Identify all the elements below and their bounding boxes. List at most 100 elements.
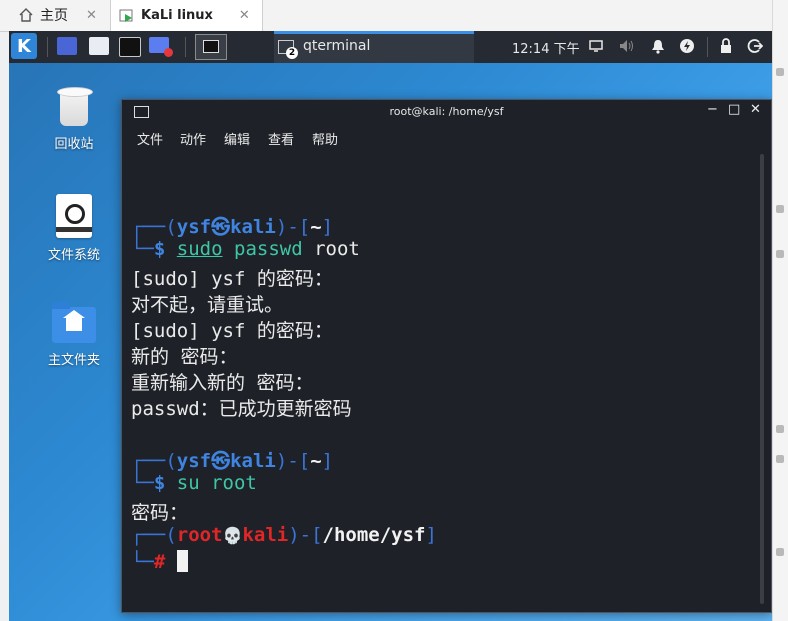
command-text: su root bbox=[165, 472, 257, 494]
desktop-icon-label: 文件系统 bbox=[47, 248, 100, 263]
show-desktop-icon[interactable] bbox=[57, 37, 77, 55]
command-text: sudo bbox=[176, 238, 223, 260]
command-text: root bbox=[302, 238, 360, 260]
screen-recorder-icon[interactable] bbox=[149, 37, 173, 57]
command-line: └─$ su root bbox=[131, 472, 257, 496]
prompt-at: ㉿ bbox=[211, 450, 231, 472]
close-icon[interactable]: ✕ bbox=[239, 8, 250, 23]
menu-edit[interactable]: 编辑 bbox=[224, 129, 250, 148]
prompt-at: ㉿ bbox=[211, 216, 231, 238]
prompt-box: ┌──( bbox=[131, 450, 177, 472]
command-text: passwd bbox=[222, 238, 303, 260]
minimize-button[interactable]: − bbox=[707, 102, 718, 117]
display-icon[interactable] bbox=[589, 39, 603, 53]
desktop-icon-home-folder[interactable]: 主文件夹 bbox=[29, 302, 119, 368]
window-count-badge: 2 bbox=[286, 47, 298, 59]
desktop-icon-filesystem[interactable]: 文件系统 bbox=[29, 194, 119, 263]
host-scroll-strip bbox=[772, 0, 788, 621]
terminal-titlebar[interactable]: root@kali: /home/ysf − □ ✕ bbox=[122, 100, 771, 124]
terminal-window[interactable]: root@kali: /home/ysf − □ ✕ 文件 动作 编辑 查看 帮… bbox=[121, 99, 772, 613]
desktop-icon-label: 主文件夹 bbox=[47, 353, 100, 368]
maximize-button[interactable]: □ bbox=[728, 102, 740, 117]
taskbar-qterminal[interactable]: 2 qterminal bbox=[274, 31, 474, 63]
power-manager-icon[interactable] bbox=[679, 38, 695, 54]
close-button[interactable]: ✕ bbox=[750, 102, 761, 117]
strip-marker bbox=[776, 205, 784, 213]
prompt-box: ] bbox=[321, 450, 334, 472]
prompt-box: └─ bbox=[131, 238, 154, 260]
terminal-launcher-icon[interactable] bbox=[119, 37, 141, 57]
panel-separator bbox=[47, 37, 48, 57]
vm-running-icon bbox=[119, 9, 133, 22]
tab-kali-linux[interactable]: KaLi linux ✕ bbox=[110, 0, 263, 31]
prompt-box: ] bbox=[321, 216, 334, 238]
tab-home-label: 主页 bbox=[40, 8, 68, 24]
home-folder-icon bbox=[52, 302, 96, 343]
prompt-host: kali bbox=[230, 216, 276, 238]
lock-icon[interactable] bbox=[719, 38, 733, 54]
menu-actions[interactable]: 动作 bbox=[180, 129, 206, 148]
strip-marker bbox=[776, 425, 784, 433]
prompt-line: ┌──(root💀kali)-[/home/ysf] bbox=[131, 524, 437, 548]
top-panel: K 2 qterminal 12:14 下午 bbox=[9, 31, 772, 63]
strip-marker bbox=[776, 455, 784, 463]
output-line: passwd：已成功更新密码 bbox=[131, 398, 352, 420]
menu-view[interactable]: 查看 bbox=[268, 129, 294, 148]
prompt-box: ┌──( bbox=[131, 524, 177, 546]
window-title: root@kali: /home/ysf bbox=[389, 105, 504, 118]
drive-icon bbox=[56, 194, 92, 238]
prompt-box: └─ bbox=[131, 551, 154, 573]
file-manager-icon[interactable] bbox=[89, 37, 109, 55]
desktop-icon-trash[interactable]: 回收站 bbox=[29, 87, 119, 152]
prompt-symbol: $ bbox=[153, 238, 166, 260]
terminal-scrollbar[interactable] bbox=[760, 154, 764, 604]
prompt-symbol: $ bbox=[153, 472, 166, 494]
prompt-box: ] bbox=[425, 524, 437, 546]
prompt-box: )-[ bbox=[275, 450, 311, 472]
prompt-symbol: # bbox=[153, 551, 166, 573]
output-line: 重新输入新的 密码： bbox=[131, 372, 314, 394]
prompt-line: ┌──(ysf㉿kali)-[~] bbox=[131, 446, 334, 472]
prompt-user: ysf bbox=[176, 450, 212, 472]
strip-marker bbox=[776, 68, 784, 76]
close-icon[interactable]: ✕ bbox=[86, 8, 97, 23]
strip-marker bbox=[776, 548, 784, 556]
trash-icon bbox=[57, 87, 93, 127]
logout-icon[interactable] bbox=[747, 38, 763, 54]
home-icon bbox=[19, 8, 33, 22]
skull-icon: 💀 bbox=[222, 526, 243, 545]
desktop-icon-label: 回收站 bbox=[54, 137, 94, 152]
output-line: [sudo] ysf 的密码： bbox=[131, 268, 333, 290]
prompt-line: ┌──(ysf㉿kali)-[~] bbox=[131, 212, 334, 238]
panel-separator bbox=[707, 37, 708, 57]
clock[interactable]: 12:14 下午 bbox=[512, 38, 580, 57]
prompt-dir: /home/ysf bbox=[322, 524, 426, 546]
kali-menu-icon[interactable]: K bbox=[11, 33, 37, 59]
command-line: └─# bbox=[131, 550, 188, 574]
tab-kali-label: KaLi linux bbox=[141, 8, 213, 23]
vm-tab-bar: 主页 ✕ KaLi linux ✕ bbox=[0, 0, 772, 32]
text-cursor bbox=[176, 550, 188, 572]
kali-desktop: K 2 qterminal 12:14 下午 回收站 文件系统 主文件夹 roo… bbox=[9, 31, 772, 621]
prompt-box: ┌──( bbox=[131, 216, 177, 238]
prompt-user: ysf bbox=[176, 216, 212, 238]
prompt-user: root bbox=[176, 524, 223, 546]
notification-bell-icon[interactable] bbox=[651, 39, 665, 54]
volume-icon[interactable] bbox=[619, 39, 635, 53]
prompt-dir: ~ bbox=[310, 450, 322, 472]
prompt-box: )-[ bbox=[275, 216, 311, 238]
prompt-dir: ~ bbox=[310, 216, 322, 238]
panel-separator bbox=[185, 37, 186, 57]
output-line: 密码： bbox=[131, 502, 189, 524]
prompt-box: )-[ bbox=[288, 524, 323, 546]
tab-home[interactable]: 主页 ✕ bbox=[18, 0, 97, 30]
strip-marker bbox=[776, 250, 784, 258]
prompt-box: └─ bbox=[131, 472, 154, 494]
taskbar-label: qterminal bbox=[303, 38, 371, 54]
workspace-switcher[interactable] bbox=[195, 34, 227, 60]
output-line: 对不起，请重试。 bbox=[131, 294, 284, 316]
terminal-menubar: 文件 动作 编辑 查看 帮助 bbox=[122, 124, 771, 150]
prompt-host: kali bbox=[242, 524, 289, 546]
menu-file[interactable]: 文件 bbox=[137, 129, 163, 148]
menu-help[interactable]: 帮助 bbox=[312, 129, 338, 148]
